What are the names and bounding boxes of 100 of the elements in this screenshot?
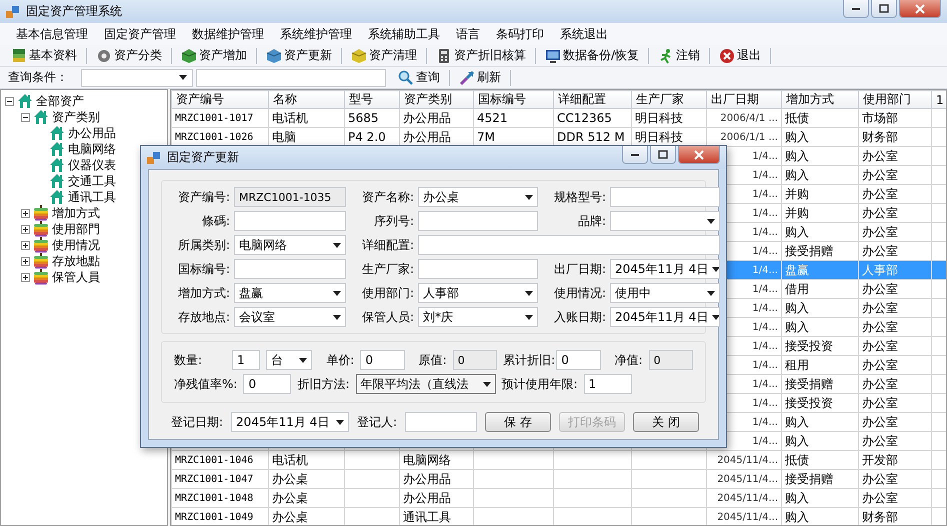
dropdown-field[interactable]: 使用中	[610, 283, 720, 303]
menu-item[interactable]: 数据维护管理	[192, 26, 264, 42]
table-cell: 1/4...	[752, 416, 778, 428]
column-header[interactable]: 国标编号	[474, 90, 554, 108]
toolbar-button[interactable]: 注销	[655, 46, 704, 65]
dropdown-field[interactable]: 台	[266, 350, 312, 370]
tree-item[interactable]: 仪器仪表	[68, 156, 116, 174]
field-label: 资产编号:	[176, 188, 230, 206]
expander-icon[interactable]	[21, 240, 30, 250]
search-button[interactable]: 查询	[395, 68, 443, 87]
menu-item[interactable]: 固定资产管理	[104, 26, 176, 42]
toolbar-button[interactable]: 资产清理	[348, 46, 420, 65]
toolbar-button[interactable]: 数据备份/恢复	[542, 46, 642, 65]
dialog-button[interactable]: 保 存	[485, 412, 552, 432]
dropdown-field[interactable]: 2045年11月 4日	[610, 307, 720, 327]
input-field[interactable]: 0	[452, 350, 498, 370]
input-field[interactable]	[234, 259, 346, 279]
tree-item[interactable]: 存放地點	[52, 252, 100, 270]
minimize-button[interactable]	[622, 146, 648, 164]
window-title: 固定资产管理系统	[26, 3, 122, 20]
tree-item[interactable]: 资产类别	[52, 108, 100, 126]
expander-icon[interactable]	[21, 272, 30, 282]
expander-icon[interactable]	[5, 96, 14, 106]
table-cell: 办公桌	[272, 490, 308, 504]
menu-item[interactable]: 系统退出	[560, 26, 608, 42]
input-field[interactable]	[418, 211, 538, 231]
table-cell: 办公用品	[403, 130, 451, 144]
input-field[interactable]	[418, 235, 720, 255]
column-header[interactable]: 生产厂家	[632, 90, 706, 108]
dropdown-field[interactable]	[610, 211, 720, 231]
tree-item[interactable]: 增加方式	[52, 204, 100, 222]
input-field[interactable]: MRZC1001-1035	[234, 187, 346, 207]
cube-icon	[266, 48, 282, 64]
close-button[interactable]	[678, 146, 720, 164]
input-field[interactable]: 1	[584, 374, 632, 394]
toolbar-button[interactable]: 资产更新	[263, 46, 335, 65]
dialog-button[interactable]: 关 闭	[633, 412, 700, 432]
column-header[interactable]: 资产编号	[172, 90, 268, 108]
table-row[interactable]: MRZC1001-1047 办公桌 办公用品 2045/11/4... 接受捐赠 办公室	[172, 470, 946, 488]
tree-item[interactable]: 全部资产	[36, 92, 84, 110]
menu-item[interactable]: 语言	[456, 26, 480, 42]
dropdown-field[interactable]: 刘*庆	[418, 307, 538, 327]
table-cell: 电脑	[272, 130, 296, 144]
menu-item[interactable]: 条码打印	[496, 26, 544, 42]
toolbar-button[interactable]: 资产折旧核算	[433, 46, 529, 65]
table-row[interactable]: MRZC1001-1046 电话机 电脑网络 2045/11/4... 抵债 开发部	[172, 450, 946, 470]
column-header[interactable]: 资产类别	[400, 90, 474, 108]
input-field[interactable]: 1	[232, 350, 260, 370]
menu-item[interactable]: 系统辅助工具	[368, 26, 440, 42]
dropdown-field[interactable]: 会议室	[234, 307, 346, 327]
input-field[interactable]: 0	[556, 350, 601, 370]
input-field[interactable]: 0	[360, 350, 405, 370]
expander-icon[interactable]	[21, 256, 30, 266]
dropdown-field[interactable]: 2045年11月 4日	[610, 259, 720, 279]
dropdown-arrow-icon	[712, 266, 719, 272]
expander-icon[interactable]	[21, 112, 30, 122]
dropdown-field[interactable]: 办公桌	[418, 187, 538, 207]
table-row[interactable]: MRZC1001-1049 办公桌 通讯工具 2045/11/4... 购入 财务部	[172, 508, 946, 525]
dropdown-field[interactable]: 盘赢	[234, 283, 346, 303]
expander-icon[interactable]	[21, 208, 30, 218]
dropdown-field[interactable]: 2045年11月 4日	[231, 412, 350, 432]
column-header[interactable]: 出厂日期	[706, 90, 782, 108]
tree-item[interactable]: 交通工具	[68, 172, 116, 190]
maximize-button[interactable]	[871, 0, 897, 18]
tree-item[interactable]: 办公用品	[68, 124, 116, 142]
toolbar-button[interactable]: 资产分类	[93, 46, 165, 65]
input-field[interactable]: 0	[243, 374, 292, 394]
menu-item[interactable]: 系统维护管理	[280, 26, 352, 42]
input-field[interactable]	[610, 187, 720, 207]
menu-item[interactable]: 基本信息管理	[16, 26, 88, 42]
input-field[interactable]	[234, 211, 346, 231]
column-header[interactable]: 名称	[268, 90, 344, 108]
table-row[interactable]: MRZC1001-1017 电话机 5685 办公用品 4521 CC12365 明日科技 2006/4/1 ... 抵债 市场部	[172, 108, 946, 128]
tree-item[interactable]: 使用情况	[52, 236, 100, 254]
refresh-button[interactable]: 刷新	[456, 68, 504, 87]
tree-item[interactable]: 电脑网络	[68, 140, 116, 158]
input-field[interactable]	[405, 412, 478, 432]
expander-icon[interactable]	[21, 224, 30, 234]
dropdown-field[interactable]: 电脑网络	[234, 235, 346, 255]
column-header[interactable]: 1	[932, 90, 946, 108]
minimize-button[interactable]	[843, 0, 869, 18]
dropdown-field[interactable]: 年限平均法（直线法	[356, 374, 496, 394]
input-field[interactable]: 0	[648, 350, 693, 370]
toolbar-button[interactable]: 基本资料	[8, 46, 80, 65]
table-row[interactable]: MRZC1001-1048 办公桌 办公用品 2045/11/4... 购入 办公室	[172, 488, 946, 508]
tree-item[interactable]: 通讯工具	[68, 188, 116, 206]
table-cell: 明日科技	[635, 110, 683, 124]
toolbar-button[interactable]: 退出	[716, 46, 764, 65]
column-header[interactable]: 型号	[344, 90, 400, 108]
toolbar-button[interactable]: 资产增加	[178, 46, 250, 65]
tree-item[interactable]: 使用部門	[52, 220, 100, 238]
column-header[interactable]: 增加方式	[782, 90, 858, 108]
dropdown-field[interactable]: 人事部	[418, 283, 538, 303]
input-field[interactable]	[418, 259, 538, 279]
maximize-button[interactable]	[650, 146, 676, 164]
query-field[interactable]	[196, 68, 386, 86]
column-header[interactable]: 使用部门	[858, 90, 932, 108]
close-button[interactable]	[899, 0, 941, 18]
column-header[interactable]: 详细配置	[554, 90, 632, 108]
tree-item[interactable]: 保管人員	[52, 268, 100, 286]
